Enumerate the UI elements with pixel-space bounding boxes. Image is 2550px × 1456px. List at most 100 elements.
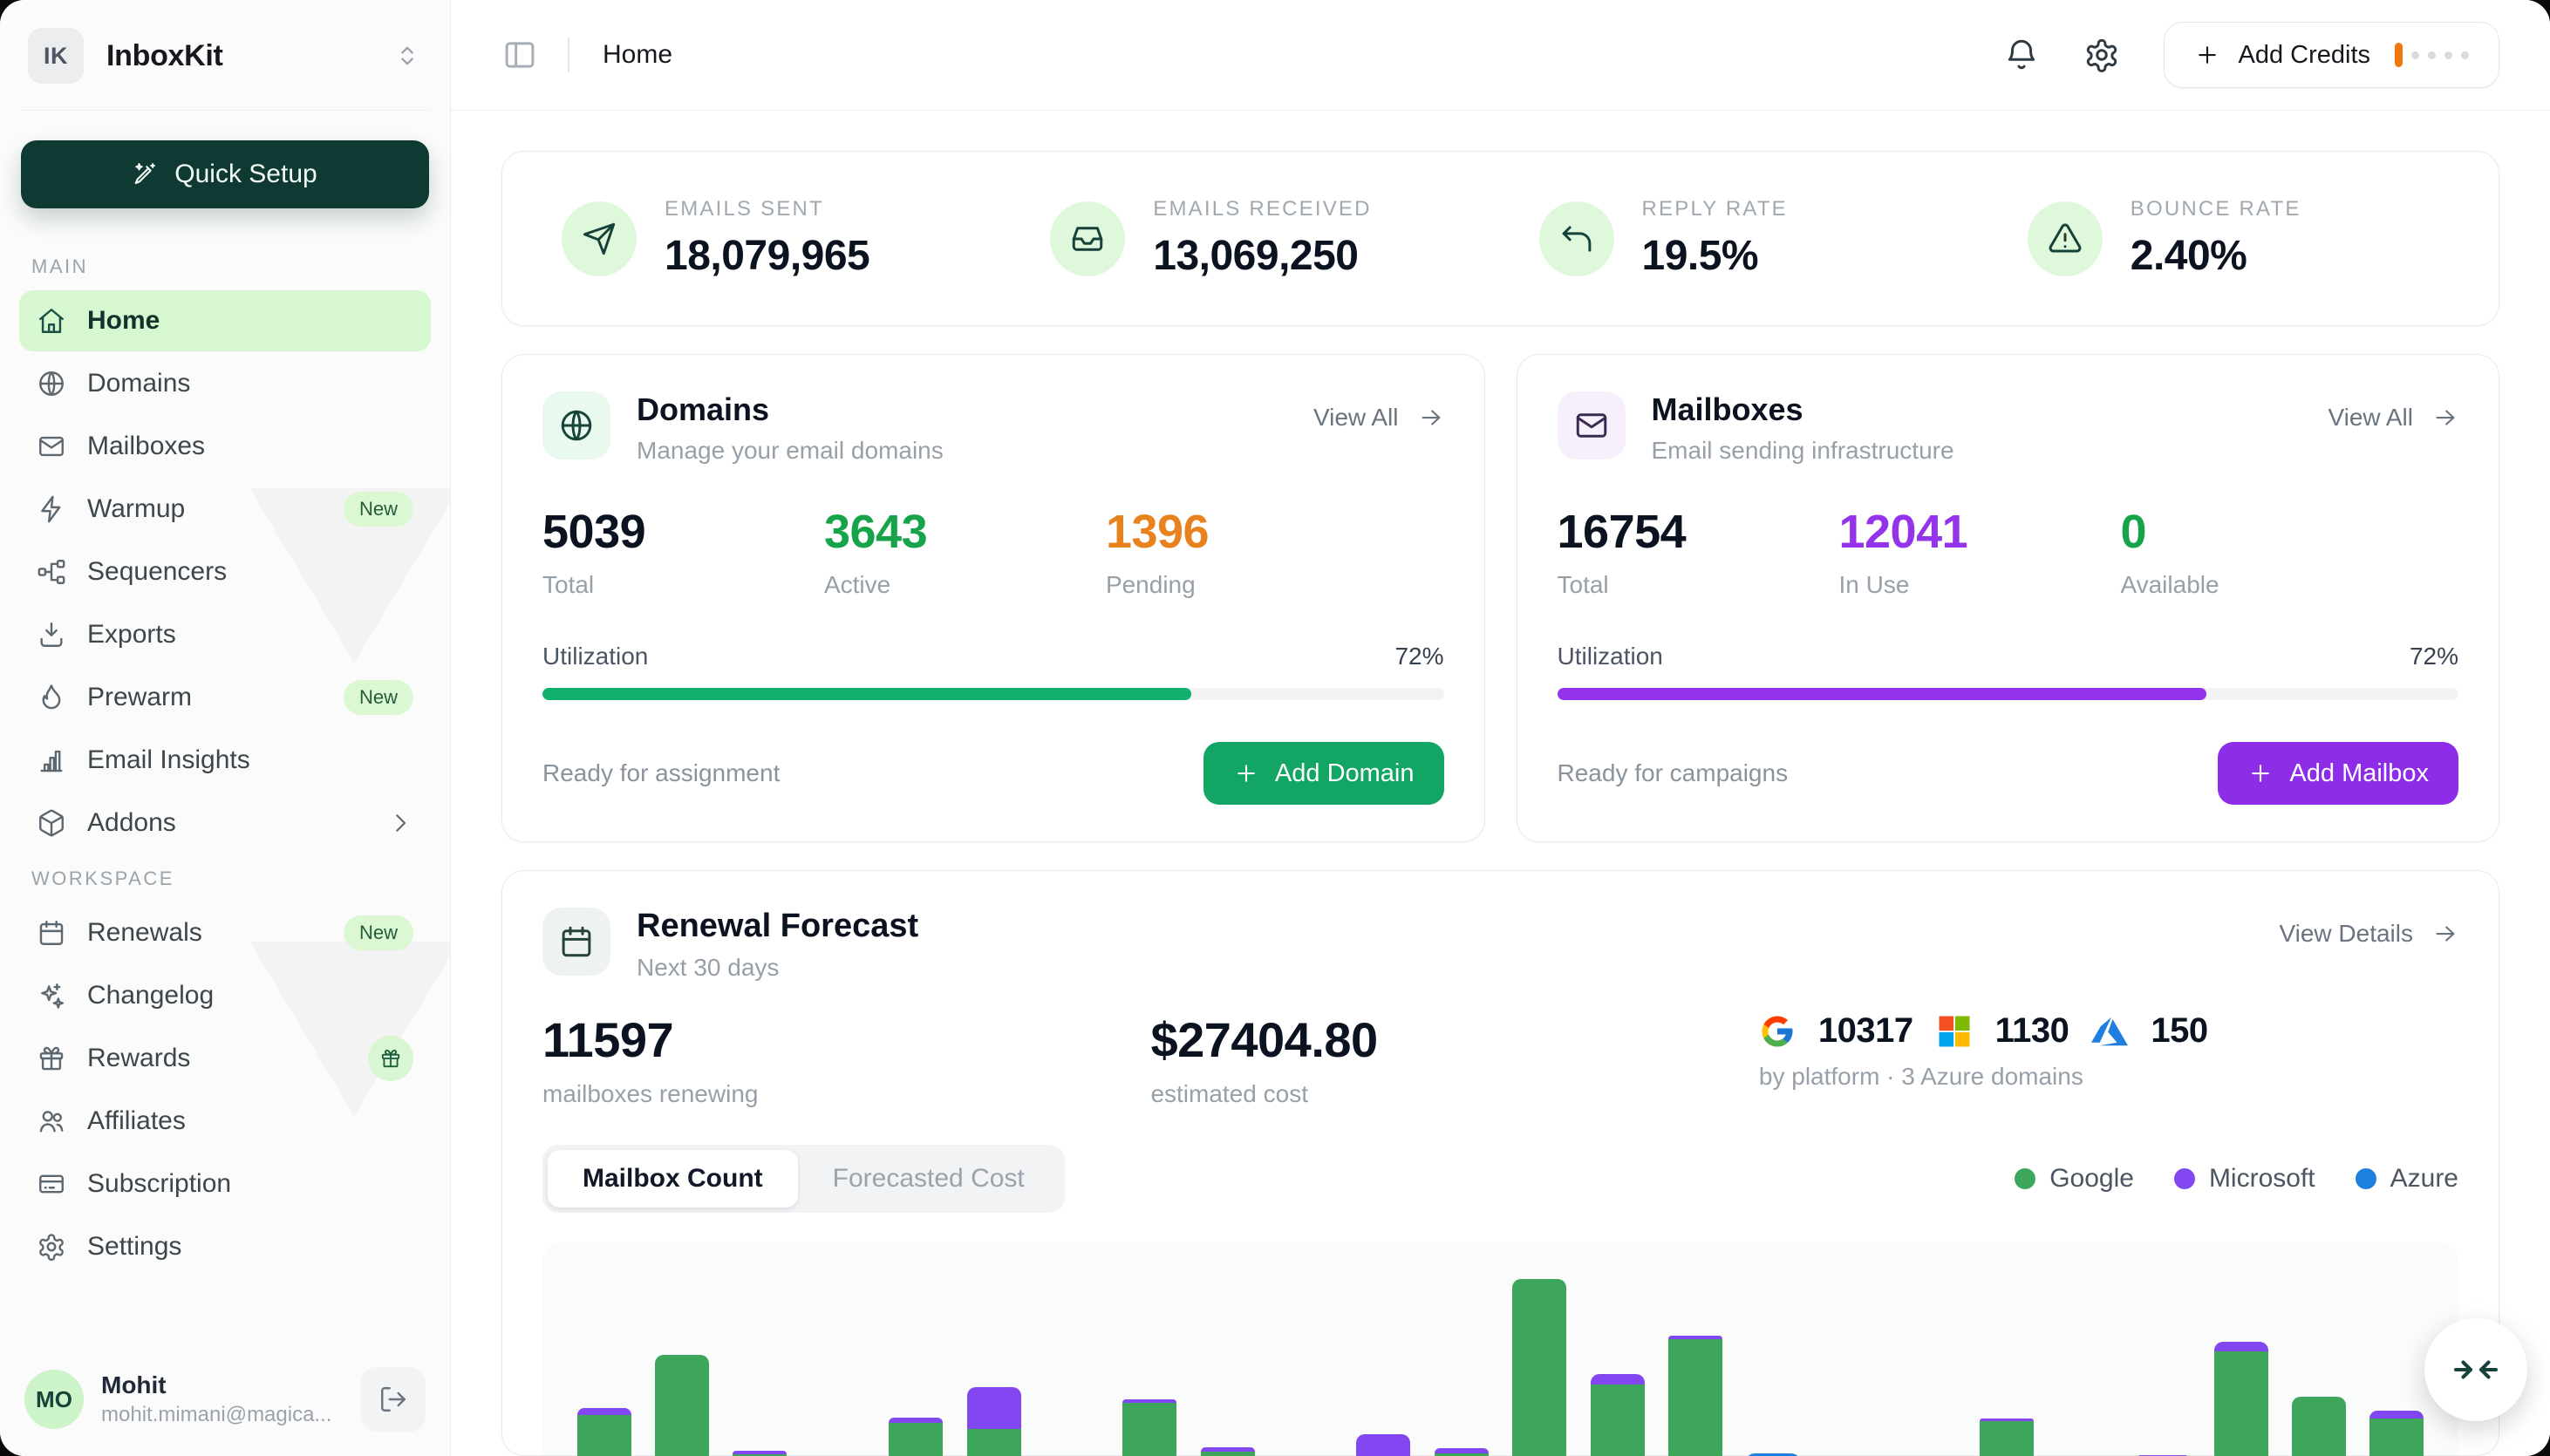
sidebar-item-subscription[interactable]: Subscription bbox=[19, 1153, 431, 1214]
app-name: InboxKit bbox=[106, 39, 223, 73]
azure-logo-icon bbox=[2091, 1013, 2128, 1050]
alert-triangle-icon bbox=[2028, 201, 2103, 276]
new-badge: New bbox=[344, 680, 413, 715]
stat-bounce-rate: BOUNCE RATE2.40% bbox=[1989, 197, 2478, 280]
chart-bar[interactable] bbox=[2214, 1342, 2268, 1456]
renewal-chart: 4957852572004406071445422771853492721204… bbox=[542, 1242, 2458, 1455]
sidebar-item-label: Rewards bbox=[87, 1044, 190, 1073]
arrow-right-icon bbox=[1418, 405, 1444, 431]
renewing-label: mailboxes renewing bbox=[542, 1080, 1150, 1108]
chart-bar[interactable] bbox=[1591, 1374, 1645, 1456]
chart-bar[interactable] bbox=[1668, 1336, 1722, 1456]
add-domain-button[interactable]: Add Domain bbox=[1203, 742, 1444, 805]
settings-button[interactable] bbox=[2083, 37, 2120, 73]
chart-bar-column bbox=[877, 1418, 955, 1456]
legend-item-microsoft: Microsoft bbox=[2174, 1164, 2315, 1194]
sidebar-item-label: Prewarm bbox=[87, 683, 192, 712]
logout-button[interactable] bbox=[361, 1367, 426, 1432]
renewing-count: 11597 bbox=[542, 1011, 1150, 1068]
sidebar-item-settings[interactable]: Settings bbox=[19, 1216, 431, 1277]
renewal-view-details-link[interactable]: View Details bbox=[2279, 920, 2458, 948]
chart-bar[interactable] bbox=[1980, 1419, 2034, 1456]
chart-bar[interactable] bbox=[2292, 1397, 2346, 1456]
credits-meter-segment bbox=[2461, 51, 2469, 59]
app-window: IK InboxKit Quick Setup MAINHomeDomainsM… bbox=[0, 0, 2550, 1456]
sidebar-item-exports[interactable]: Exports bbox=[19, 604, 431, 665]
nav-list-workspace: RenewalsNewChangelog Rewards AffiliatesSub… bbox=[19, 902, 431, 1277]
add-mailbox-button[interactable]: Add Mailbox bbox=[2218, 742, 2458, 805]
download-icon bbox=[37, 620, 66, 650]
card-stat-label: Available bbox=[2120, 571, 2458, 599]
card-stat-value: 1396 bbox=[1106, 505, 1444, 559]
bar-segment-google bbox=[1122, 1403, 1176, 1456]
stat-emails-received: EMAILS RECEIVED13,069,250 bbox=[1012, 197, 1500, 280]
domains-view-all-link[interactable]: View All bbox=[1313, 404, 1444, 432]
home-icon bbox=[37, 306, 66, 336]
sidebar-item-label: Sequencers bbox=[87, 557, 227, 587]
sidebar-item-mailboxes[interactable]: Mailboxes bbox=[19, 416, 431, 477]
notifications-button[interactable] bbox=[2003, 37, 2040, 73]
sidebar-item-addons[interactable]: Addons bbox=[19, 793, 431, 854]
card-stat-total: 16754Total bbox=[1558, 505, 1839, 599]
domains-utilization-label: Utilization bbox=[542, 643, 648, 670]
sidebar-item-email-insights[interactable]: Email Insights bbox=[19, 730, 431, 791]
chart-bar[interactable] bbox=[1201, 1447, 1255, 1456]
legend-item-google: Google bbox=[2015, 1164, 2134, 1194]
legend-label: Microsoft bbox=[2209, 1164, 2315, 1194]
chevrons-up-down-icon[interactable] bbox=[392, 41, 422, 71]
sidebar-item-domains[interactable]: Domains bbox=[19, 353, 431, 414]
sidebar-item-label: Addons bbox=[87, 808, 176, 838]
bar-segment-google bbox=[2214, 1351, 2268, 1456]
sidebar: IK InboxKit Quick Setup MAINHomeDomainsM… bbox=[0, 0, 451, 1456]
stat-label: BOUNCE RATE bbox=[2131, 197, 2301, 221]
credits-meter-segment bbox=[2411, 51, 2419, 59]
chart-bar[interactable] bbox=[1435, 1448, 1489, 1456]
sidebar-item-affiliates[interactable]: Affiliates bbox=[19, 1091, 431, 1152]
quick-setup-button[interactable]: Quick Setup bbox=[21, 140, 429, 208]
tab-mailbox-count[interactable]: Mailbox Count bbox=[548, 1150, 798, 1208]
add-credits-button[interactable]: Add Credits bbox=[2164, 22, 2499, 88]
stat-text: BOUNCE RATE2.40% bbox=[2131, 197, 2301, 280]
sidebar-item-warmup[interactable]: WarmupNew bbox=[19, 479, 431, 540]
sidebar-item-changelog[interactable]: Changelog bbox=[19, 965, 431, 1026]
stat-text: EMAILS RECEIVED13,069,250 bbox=[1153, 197, 1371, 280]
chart-bar[interactable] bbox=[967, 1387, 1021, 1456]
sidebar-item-prewarm[interactable]: Prewarm New bbox=[19, 667, 431, 728]
collapse-widget-button[interactable] bbox=[2424, 1318, 2527, 1421]
legend-label: Azure bbox=[2390, 1164, 2458, 1194]
chart-bar[interactable] bbox=[655, 1355, 709, 1456]
mailboxes-subtitle: Email sending infrastructure bbox=[1652, 437, 1954, 465]
card-stat-value: 12041 bbox=[1838, 505, 2120, 559]
renewal-numbers: 11597 mailboxes renewing $27404.80 estim… bbox=[542, 1011, 2458, 1108]
sidebar-item-home[interactable]: Home bbox=[19, 290, 431, 351]
renewal-subtitle: Next 30 days bbox=[637, 954, 918, 982]
tab-forecasted-cost[interactable]: Forecasted Cost bbox=[798, 1150, 1060, 1208]
nav-section-label-workspace: WORKSPACE bbox=[31, 867, 419, 890]
sidebar-item-label: Mailboxes bbox=[87, 432, 205, 461]
domains-title: Domains bbox=[637, 391, 944, 428]
legend-dot bbox=[2174, 1168, 2195, 1189]
sidebar-item-sequencers[interactable]: Sequencers bbox=[19, 541, 431, 602]
legend-label: Google bbox=[2049, 1164, 2134, 1194]
chart-bar[interactable] bbox=[733, 1451, 787, 1456]
sidebar-item-renewals[interactable]: RenewalsNew bbox=[19, 902, 431, 963]
send-icon bbox=[562, 201, 637, 276]
chart-bar-column bbox=[1345, 1434, 1422, 1456]
chart-bar[interactable] bbox=[1122, 1399, 1176, 1456]
card-stat-value: 0 bbox=[2120, 505, 2458, 559]
chart-bar[interactable] bbox=[1356, 1434, 1410, 1456]
workspace-switcher[interactable]: IK InboxKit bbox=[19, 23, 431, 111]
mailboxes-view-all-link[interactable]: View All bbox=[2328, 404, 2458, 432]
user-profile[interactable]: MO Mohit mohit.mimani@magica... bbox=[19, 1355, 431, 1435]
chart-bar[interactable] bbox=[2369, 1411, 2424, 1456]
chart-bar[interactable] bbox=[577, 1408, 631, 1456]
chart-bar-column bbox=[2358, 1411, 2436, 1456]
topbar-divider bbox=[568, 37, 569, 72]
sidebar-toggle-button[interactable] bbox=[501, 37, 538, 73]
sidebar-item-rewards[interactable]: Rewards bbox=[19, 1028, 431, 1089]
bar-segment-google bbox=[1512, 1279, 1566, 1456]
chart-bar[interactable] bbox=[889, 1418, 943, 1456]
mail-icon bbox=[37, 432, 66, 461]
card-stat-pending: 1396Pending bbox=[1106, 505, 1444, 599]
chart-bar[interactable] bbox=[1512, 1279, 1566, 1456]
